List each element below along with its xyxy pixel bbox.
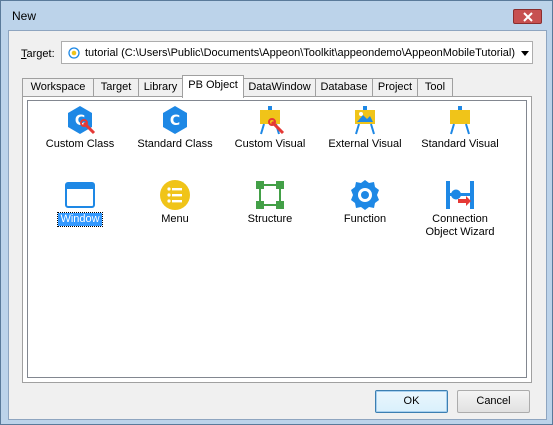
svg-text:C: C — [170, 113, 180, 129]
tab-target[interactable]: Target — [93, 78, 139, 96]
item-label: Window — [57, 212, 103, 227]
new-dialog: New Target: tutorial (C:\Users\Public\Do… — [0, 0, 553, 425]
standard-visual-icon — [450, 106, 470, 135]
tab-pb-object[interactable]: PB Object — [182, 75, 244, 98]
tab-library[interactable]: Library — [138, 78, 183, 96]
list-item-custom-visual[interactable]: Custom Visual — [224, 104, 316, 151]
item-label: Custom Visual — [234, 138, 306, 150]
cancel-button[interactable]: Cancel — [457, 390, 530, 413]
list-item-function[interactable]: Function — [319, 179, 411, 226]
standard-class-icon: C — [163, 106, 187, 134]
tab-database[interactable]: Database — [315, 78, 373, 96]
tab-tool[interactable]: Tool — [417, 78, 453, 96]
target-label: Target: — [21, 48, 55, 60]
custom-visual-icon — [260, 106, 285, 135]
object-list[interactable]: C Custom Class C Standard Class Custom V… — [27, 100, 527, 378]
item-label: Menu — [161, 213, 189, 225]
list-item-standard-visual[interactable]: Standard Visual — [414, 104, 506, 151]
item-label: Standard Class — [137, 138, 213, 150]
title-bar[interactable]: New — [1, 1, 552, 29]
tab-project[interactable]: Project — [372, 78, 418, 96]
close-icon — [523, 12, 533, 22]
tab-panel-pb-object: C Custom Class C Standard Class Custom V… — [22, 96, 532, 383]
tab-workspace[interactable]: Workspace — [22, 78, 94, 96]
list-item-menu[interactable]: Menu — [129, 179, 221, 226]
item-label: Custom Class — [45, 138, 115, 150]
item-label: Function — [343, 213, 387, 225]
list-item-connection-object-wizard[interactable]: Connection Object Wizard — [414, 179, 506, 239]
target-value: tutorial (C:\Users\Public\Documents\Appe… — [85, 47, 516, 59]
ok-button[interactable]: OK — [375, 390, 448, 413]
target-icon — [68, 47, 80, 59]
item-label: Standard Visual — [421, 138, 499, 150]
structure-icon — [256, 181, 284, 209]
custom-class-icon: C — [68, 106, 96, 135]
list-item-external-visual[interactable]: External Visual — [319, 104, 411, 151]
item-label: External Visual — [328, 138, 402, 150]
target-dropdown[interactable]: tutorial (C:\Users\Public\Documents\Appe… — [61, 41, 533, 64]
chevron-down-icon[interactable] — [521, 51, 529, 56]
list-item-window[interactable]: Window — [34, 179, 126, 227]
function-icon — [351, 180, 379, 210]
external-visual-icon — [355, 106, 375, 135]
list-item-custom-class[interactable]: C Custom Class — [34, 104, 126, 151]
list-item-structure[interactable]: Structure — [224, 179, 316, 226]
item-label: Structure — [247, 213, 293, 225]
tab-datawindow[interactable]: DataWindow — [243, 78, 316, 96]
item-label: Connection Object Wizard — [425, 213, 495, 238]
menu-icon — [160, 180, 190, 210]
window-icon — [65, 182, 95, 208]
dialog-body: Target: tutorial (C:\Users\Public\Docume… — [8, 30, 547, 420]
connection-object-wizard-icon — [446, 181, 474, 209]
window-title: New — [12, 9, 37, 23]
list-item-standard-class[interactable]: C Standard Class — [129, 104, 221, 151]
close-button[interactable] — [513, 9, 542, 24]
